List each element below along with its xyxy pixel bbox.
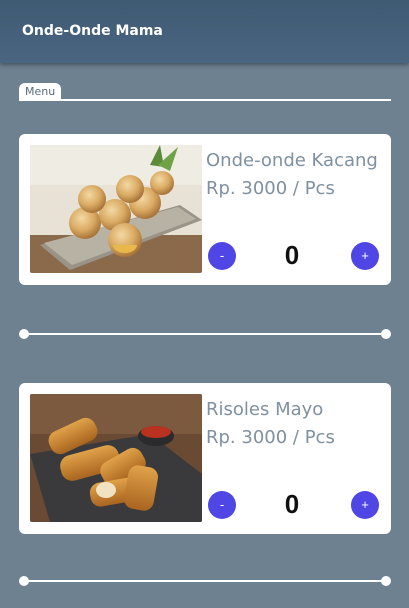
app-bar: Onde-Onde Mama	[0, 0, 409, 63]
increase-quantity-button[interactable]: +	[351, 491, 379, 519]
item-price: Rp. 3000 / Pcs	[206, 427, 335, 448]
decrease-quantity-button[interactable]: -	[208, 491, 236, 519]
item-slider[interactable]	[19, 576, 391, 586]
slider-handle-start[interactable]	[19, 329, 29, 339]
slider-handle-end[interactable]	[381, 576, 391, 586]
item-slider[interactable]	[19, 329, 391, 339]
decrease-quantity-button[interactable]: -	[208, 242, 236, 270]
app-title: Onde-Onde Mama	[22, 23, 163, 39]
quantity-value: 0	[284, 240, 300, 270]
risoles-photo	[30, 394, 202, 522]
slider-handle-end[interactable]	[381, 329, 391, 339]
slider-track[interactable]	[23, 333, 387, 335]
menu-item-card: Risoles Mayo Rp. 3000 / Pcs - 0 +	[19, 383, 391, 534]
item-name: Onde-onde Kacang	[206, 150, 378, 171]
slider-handle-start[interactable]	[19, 576, 29, 586]
quantity-value: 0	[284, 489, 300, 519]
increase-quantity-button[interactable]: +	[351, 242, 379, 270]
item-name: Risoles Mayo	[206, 399, 324, 420]
onde-onde-photo	[30, 145, 202, 273]
menu-item-card: Onde-onde Kacang Rp. 3000 / Pcs - 0 +	[19, 134, 391, 285]
section-divider	[19, 99, 391, 101]
item-price: Rp. 3000 / Pcs	[206, 178, 335, 199]
slider-track[interactable]	[23, 580, 387, 582]
